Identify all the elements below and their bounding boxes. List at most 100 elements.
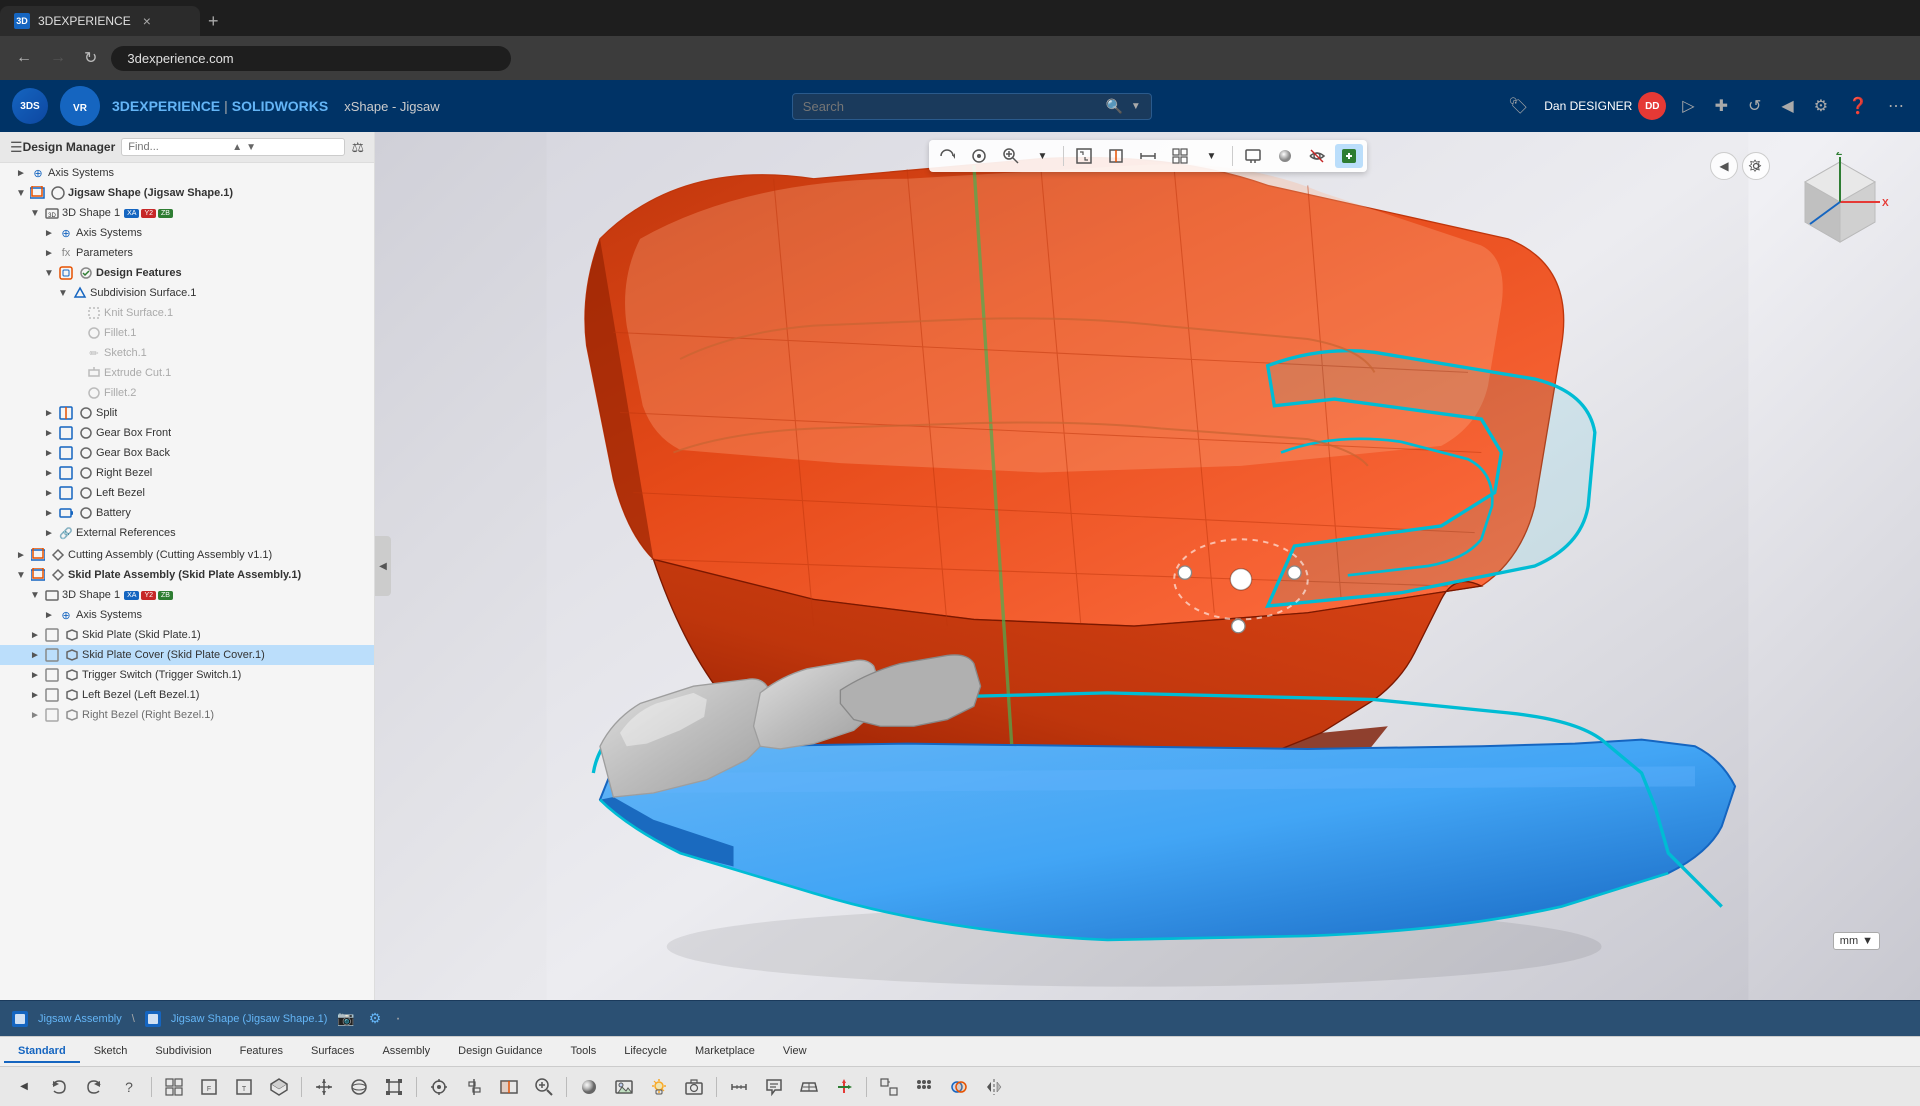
btool-scale[interactable]	[378, 1072, 410, 1102]
tab-tools[interactable]: Tools	[557, 1041, 611, 1063]
tab-standard[interactable]: Standard	[4, 1041, 80, 1063]
sidebar-menu-icon[interactable]: ☰	[10, 139, 23, 156]
btool-move[interactable]	[308, 1072, 340, 1102]
btool-camera[interactable]	[678, 1072, 710, 1102]
vtool-fit[interactable]	[1070, 144, 1098, 168]
nav-settings-btn[interactable]	[1742, 152, 1770, 180]
tree-item-3d-shape-2[interactable]: ▼ 3D Shape 1 XA Y2 ZB	[0, 585, 374, 605]
tab-subdivision[interactable]: Subdivision	[141, 1041, 225, 1063]
find-up-icon[interactable]: ▲	[232, 142, 242, 153]
tree-item-cutting-assembly[interactable]: ► Cutting Assembly (Cutting Assembly v1.…	[0, 545, 374, 565]
find-down-icon[interactable]: ▼	[246, 142, 256, 153]
tree-item-design-features[interactable]: ▼ Design Features	[0, 263, 374, 283]
sidebar-collapse-button[interactable]: ◀	[375, 536, 391, 596]
btool-front-view[interactable]: F	[193, 1072, 225, 1102]
tab-lifecycle[interactable]: Lifecycle	[610, 1041, 681, 1063]
tree-item-battery[interactable]: ► Battery	[0, 503, 374, 523]
sidebar-find-input[interactable]	[128, 141, 228, 153]
btool-explode[interactable]	[873, 1072, 905, 1102]
tree-item-skid-plate-assembly[interactable]: ▼ Skid Plate Assembly (Skid Plate Assemb…	[0, 565, 374, 585]
tree-item-right-bezel-2[interactable]: ► Right Bezel (Right Bezel.1)	[0, 705, 374, 725]
vtool-rotate[interactable]	[933, 144, 961, 168]
vtool-shading[interactable]	[1271, 144, 1299, 168]
btool-measure2[interactable]	[723, 1072, 755, 1102]
search-input[interactable]	[803, 99, 1098, 114]
btool-material[interactable]	[573, 1072, 605, 1102]
breadcrumb-icon-4[interactable]: ⚙	[369, 1010, 382, 1027]
nav-icon-1[interactable]: ▷	[1678, 92, 1698, 120]
reload-button[interactable]: ↻	[80, 44, 101, 72]
tree-item-parameters[interactable]: ► fx Parameters	[0, 243, 374, 263]
tree-item-axis-systems-2[interactable]: ► ⊕ Axis Systems	[0, 223, 374, 243]
nav-icon-2[interactable]: ✚	[1711, 92, 1732, 120]
tree-item-left-bezel-2[interactable]: ► Left Bezel (Left Bezel.1)	[0, 685, 374, 705]
tree-item-jigsaw-shape[interactable]: ▼ Jigsaw Shape (Jigsaw Shape.1)	[0, 183, 374, 203]
vtool-display[interactable]	[1239, 144, 1267, 168]
tree-item-split[interactable]: ► Split	[0, 403, 374, 423]
vtool-section[interactable]	[1102, 144, 1130, 168]
btool-rotate-3d[interactable]	[343, 1072, 375, 1102]
tree-item-fillet-2[interactable]: Fillet.2	[0, 383, 374, 403]
vtool-grid[interactable]	[1166, 144, 1194, 168]
search-icon[interactable]: 🔍	[1105, 98, 1122, 115]
tree-item-left-bezel[interactable]: ► Left Bezel	[0, 483, 374, 503]
nav-icon-5[interactable]: ⚙	[1810, 92, 1832, 120]
btool-grid[interactable]	[158, 1072, 190, 1102]
breadcrumb-jigsaw-shape[interactable]: Jigsaw Shape (Jigsaw Shape.1)	[171, 1013, 328, 1025]
tab-sketch[interactable]: Sketch	[80, 1041, 142, 1063]
back-button[interactable]: ←	[12, 45, 36, 71]
tree-item-skid-plate-cover[interactable]: ► Skid Plate Cover (Skid Plate Cover.1)	[0, 645, 374, 665]
tree-item-gear-box-back[interactable]: ► Gear Box Back	[0, 443, 374, 463]
breadcrumb-jigsaw-assembly[interactable]: Jigsaw Assembly	[38, 1013, 122, 1025]
vtool-tree[interactable]	[1335, 144, 1363, 168]
tree-item-axis-systems-3[interactable]: ► ⊕ Axis Systems	[0, 605, 374, 625]
tab-view[interactable]: View	[769, 1041, 821, 1063]
nav-icon-6[interactable]: ❓	[1844, 92, 1872, 120]
tree-item-extrude-cut-1[interactable]: Extrude Cut.1	[0, 363, 374, 383]
breadcrumb-icon-3[interactable]: 📷	[337, 1010, 354, 1027]
forward-button[interactable]: →	[46, 45, 70, 71]
tab-design-guidance[interactable]: Design Guidance	[444, 1041, 556, 1063]
search-dropdown-icon[interactable]: ▼	[1131, 101, 1141, 112]
tree-item-3d-shape-1[interactable]: ▼ 3D 3D Shape 1 XA Y2 ZB	[0, 203, 374, 223]
nav-left-arrow[interactable]: ◀	[1710, 152, 1738, 180]
nav-icon-4[interactable]: ◀	[1777, 92, 1797, 120]
btool-top-view[interactable]: T	[228, 1072, 260, 1102]
btool-pattern[interactable]	[908, 1072, 940, 1102]
url-bar[interactable]: 3dexperience.com	[111, 46, 511, 71]
btool-redo[interactable]	[78, 1072, 110, 1102]
btool-axis-tool[interactable]	[828, 1072, 860, 1102]
btool-help[interactable]: ?	[113, 1072, 145, 1102]
tree-item-right-bezel[interactable]: ► Right Bezel	[0, 463, 374, 483]
tree-item-knit-surface[interactable]: Knit Surface.1	[0, 303, 374, 323]
tree-item-sketch-1[interactable]: ✏ Sketch.1	[0, 343, 374, 363]
tab-features[interactable]: Features	[226, 1041, 297, 1063]
btool-combine[interactable]	[943, 1072, 975, 1102]
vtool-dropdown2[interactable]: ▼	[1198, 144, 1226, 168]
btool-iso-view[interactable]	[263, 1072, 295, 1102]
tree-item-subdivision-surface[interactable]: ▼ Subdivision Surface.1	[0, 283, 374, 303]
tree-item-gear-box-front[interactable]: ► Gear Box Front	[0, 423, 374, 443]
btool-align[interactable]	[458, 1072, 490, 1102]
btool-snap[interactable]	[423, 1072, 455, 1102]
tab-close[interactable]: ×	[143, 13, 151, 29]
btool-light[interactable]	[643, 1072, 675, 1102]
tree-item-fillet-1[interactable]: Fillet.1	[0, 323, 374, 343]
tree-item-trigger-switch[interactable]: ► Trigger Switch (Trigger Switch.1)	[0, 665, 374, 685]
tree-item-skid-plate[interactable]: ► Skid Plate (Skid Plate.1)	[0, 625, 374, 645]
nav-icon-7[interactable]: ⋯	[1884, 92, 1908, 120]
new-tab-button[interactable]: +	[200, 11, 227, 32]
tab-surfaces[interactable]: Surfaces	[297, 1041, 368, 1063]
vtool-zoom[interactable]	[997, 144, 1025, 168]
tab-marketplace[interactable]: Marketplace	[681, 1041, 769, 1063]
tree-item-external-refs[interactable]: ► 🔗 External References	[0, 523, 374, 543]
vtool-hide[interactable]	[1303, 144, 1331, 168]
btool-collapse[interactable]: ◀	[8, 1072, 40, 1102]
tab-assembly[interactable]: Assembly	[368, 1041, 444, 1063]
btool-mirror[interactable]	[978, 1072, 1010, 1102]
tag-icon[interactable]: 🏷	[1504, 92, 1532, 120]
btool-section-view[interactable]	[493, 1072, 525, 1102]
active-tab[interactable]: 3D 3DEXPERIENCE ×	[0, 6, 200, 36]
btool-undo[interactable]	[43, 1072, 75, 1102]
btool-plane[interactable]	[793, 1072, 825, 1102]
